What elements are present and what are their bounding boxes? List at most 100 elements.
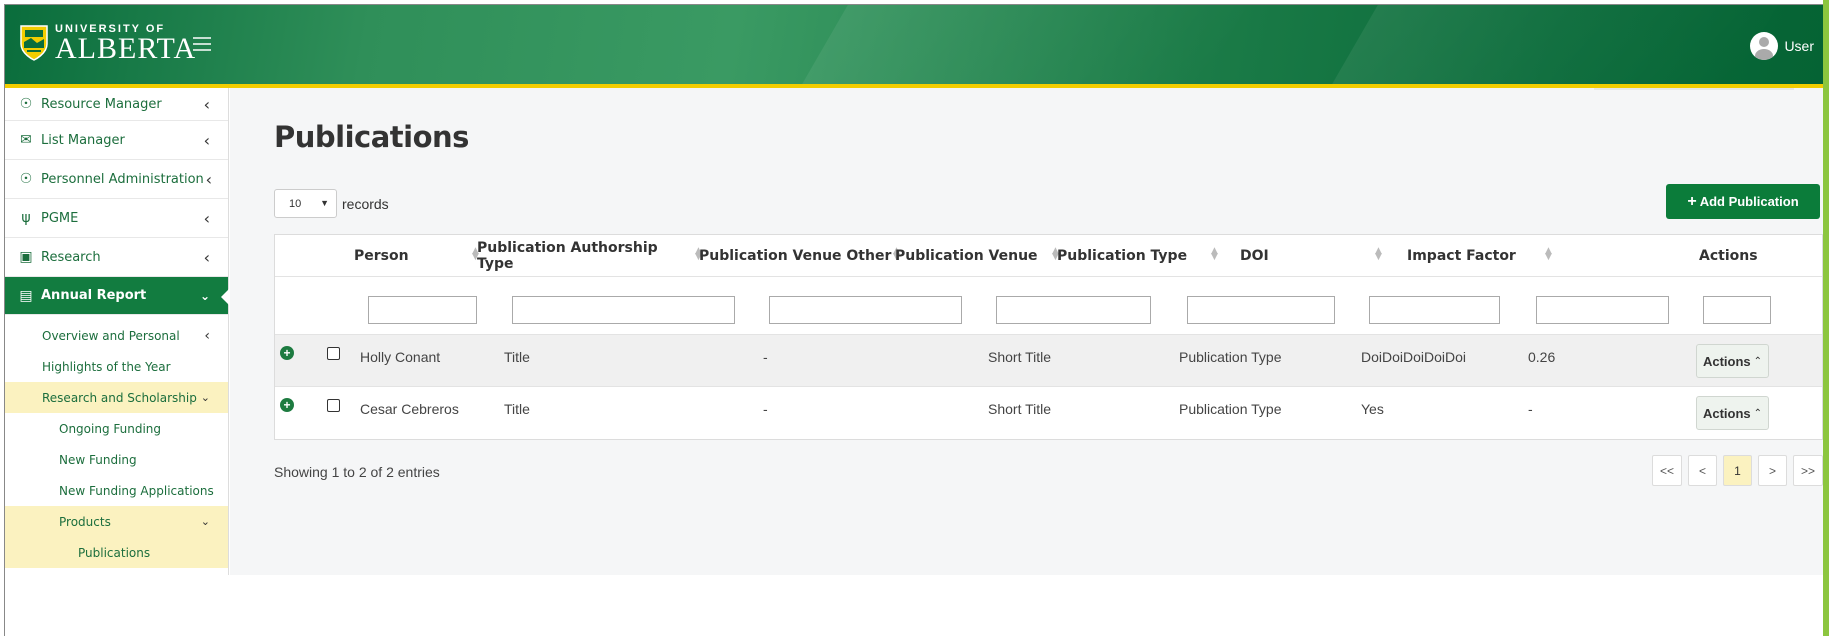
sort-icon: ▲ ▼ [1545,246,1552,262]
column-header-venue[interactable]: Publication Venue ▲ ▼ [895,235,1065,277]
plus-icon: + [1687,192,1697,210]
column-header-actions: Actions [1699,235,1779,277]
column-header-label: Actions [1699,248,1758,264]
sidebar-item-annual-report[interactable]: ▤ Annual Report ⌄ [5,277,229,315]
expand-row-icon[interactable]: + [280,346,294,360]
column-header-doi[interactable]: DOI ▲ ▼ [1240,235,1382,277]
table-row: + Holly Conant Title - Short Title Publi… [275,335,1822,387]
table-info: Showing 1 to 2 of 2 entries [274,464,440,480]
filter-venue-input[interactable] [996,296,1151,324]
records-select[interactable]: 10 ▼ [274,189,337,218]
filter-doi-input[interactable] [1369,296,1500,324]
cell-publication-type: Publication Type [1179,349,1282,365]
cell-venue-other: - [763,401,768,417]
column-header-person[interactable]: Person ▲ ▼ [354,235,479,277]
filter-impact-factor-input[interactable] [1536,296,1669,324]
chevron-left-icon: ‹ [203,94,210,114]
add-publication-label: Add Publication [1699,194,1799,209]
sidebar-sub-label: New Funding Applications [59,483,214,498]
sidebar-sub-label: Research and Scholarship [42,390,197,405]
header-decoration [1332,5,1778,84]
filter-actions-input[interactable] [1703,296,1771,324]
chevron-left-icon: ‹ [203,130,210,150]
row-actions-button[interactable]: Actions ⌃ [1696,344,1769,378]
pager-prev-button[interactable]: < [1687,455,1717,486]
column-header-label: Person [354,248,409,264]
actions-label: Actions [1702,405,1751,421]
cell-doi: Yes [1361,401,1384,417]
sidebar-sub-overview-personal[interactable]: Overview and Personal ‹ [5,320,228,351]
sidebar-item-label: Resource Manager [41,96,162,112]
sort-icon: ▲ ▼ [1211,246,1218,262]
filter-person-input[interactable] [368,296,477,324]
records-per-page: 10 ▼ records [274,189,389,218]
hamburger-menu-icon[interactable] [193,37,211,51]
pager-first-button[interactable]: << [1651,455,1682,486]
filter-venue-other-input[interactable] [769,296,962,324]
column-header-label: Publication Venue Other [699,248,892,264]
cell-impact-factor: - [1528,401,1533,417]
chevron-down-icon: ⌄ [200,391,210,404]
expand-row-icon[interactable]: + [280,398,294,412]
chevron-down-icon: ⌄ [199,288,210,303]
sidebar-item-label: Annual Report [41,288,147,303]
cell-person: Holly Conant [360,349,441,365]
sidebar-sub-label: Overview and Personal [42,328,180,343]
sidebar-sub-label: New Funding [59,452,137,467]
caret-down-icon: ▼ [320,198,329,208]
sidebar-item-label: Personnel Administration [41,171,204,187]
user-menu[interactable]: User [1750,32,1814,60]
chevron-left-icon: ‹ [203,247,210,267]
stethoscope-icon: ψ [21,210,31,226]
sidebar-sub-research-scholarship[interactable]: Research and Scholarship ⌄ [5,382,228,413]
pager-last-button[interactable]: >> [1792,455,1823,486]
sidebar-sub-label: Highlights of the Year [42,359,171,374]
crest-icon [20,25,48,61]
sidebar-item-label: PGME [41,210,79,226]
university-logo[interactable]: UNIVERSITY OF ALBERTA [19,23,196,64]
sort-icon: ▲ ▼ [1375,246,1382,262]
sidebar-sub-publications[interactable]: Publications [5,537,228,568]
chevron-up-icon: ⌃ [1753,355,1763,367]
sidebar-sub-label: Publications [78,545,151,560]
row-actions-button[interactable]: Actions ⌃ [1696,396,1769,430]
top-header: UNIVERSITY OF ALBERTA User [5,5,1823,84]
sidebar-sub-new-funding-applications[interactable]: New Funding Applications [5,475,228,506]
column-header-label: Publication Type [1057,248,1188,264]
sidebar-item-research[interactable]: ▣ Research ‹ [5,238,228,277]
book-open-icon: ▤ [19,287,33,304]
column-header-authorship-type[interactable]: Publication Authorship Type ▲ ▼ [477,235,702,277]
row-checkbox[interactable] [327,399,340,412]
sidebar-item-pgme[interactable]: ψ PGME ‹ [5,199,228,238]
cell-person: Cesar Cebreros [360,401,459,417]
sidebar-sub-products[interactable]: Products ⌄ [5,506,228,537]
column-header-venue-other[interactable]: Publication Venue Other ▲ ▼ [699,235,900,277]
pagination: << < 1 > >> [1646,455,1823,486]
row-checkbox[interactable] [327,347,340,360]
window-edge [1823,0,1829,636]
cell-doi: DoiDoiDoiDoiDoi [1361,349,1467,365]
sidebar-item-personnel-administration[interactable]: ☉ Personnel Administration ‹ [5,160,228,199]
sidebar-sub-ongoing-funding[interactable]: Ongoing Funding [5,413,228,444]
filter-publication-type-input[interactable] [1187,296,1335,324]
records-select-value: 10 [289,197,302,210]
filter-authorship-type-input[interactable] [512,296,735,324]
column-header-label: Publication Authorship Type [477,240,658,272]
sidebar-sub-highlights[interactable]: Highlights of the Year [5,351,228,382]
user-label: User [1784,38,1814,54]
sidebar-item-list-manager[interactable]: ✉ List Manager ‹ [5,121,228,160]
pager-page-1-button[interactable]: 1 [1722,455,1752,486]
app-window: UNIVERSITY OF ALBERTA User ☉ Resource Ma… [4,4,1823,636]
add-publication-button[interactable]: + Add Publication [1666,184,1820,219]
page-title: Publications [274,120,469,154]
sidebar-item-resource-manager[interactable]: ☉ Resource Manager ‹ [5,88,228,121]
pager-next-button[interactable]: > [1757,455,1787,486]
archive-icon: ▣ [19,249,33,265]
cell-impact-factor: 0.26 [1528,349,1556,365]
column-header-impact-factor[interactable]: Impact Factor ▲ ▼ [1407,235,1557,277]
sidebar-sub-label: Products [59,514,111,529]
table-header: Person ▲ ▼ Publication Authorship Type ▲ ▼… [275,235,1822,277]
column-header-publication-type[interactable]: Publication Type ▲ ▼ [1057,235,1227,277]
cell-venue-other: - [763,349,768,365]
sidebar-sub-new-funding[interactable]: New Funding [5,444,228,475]
